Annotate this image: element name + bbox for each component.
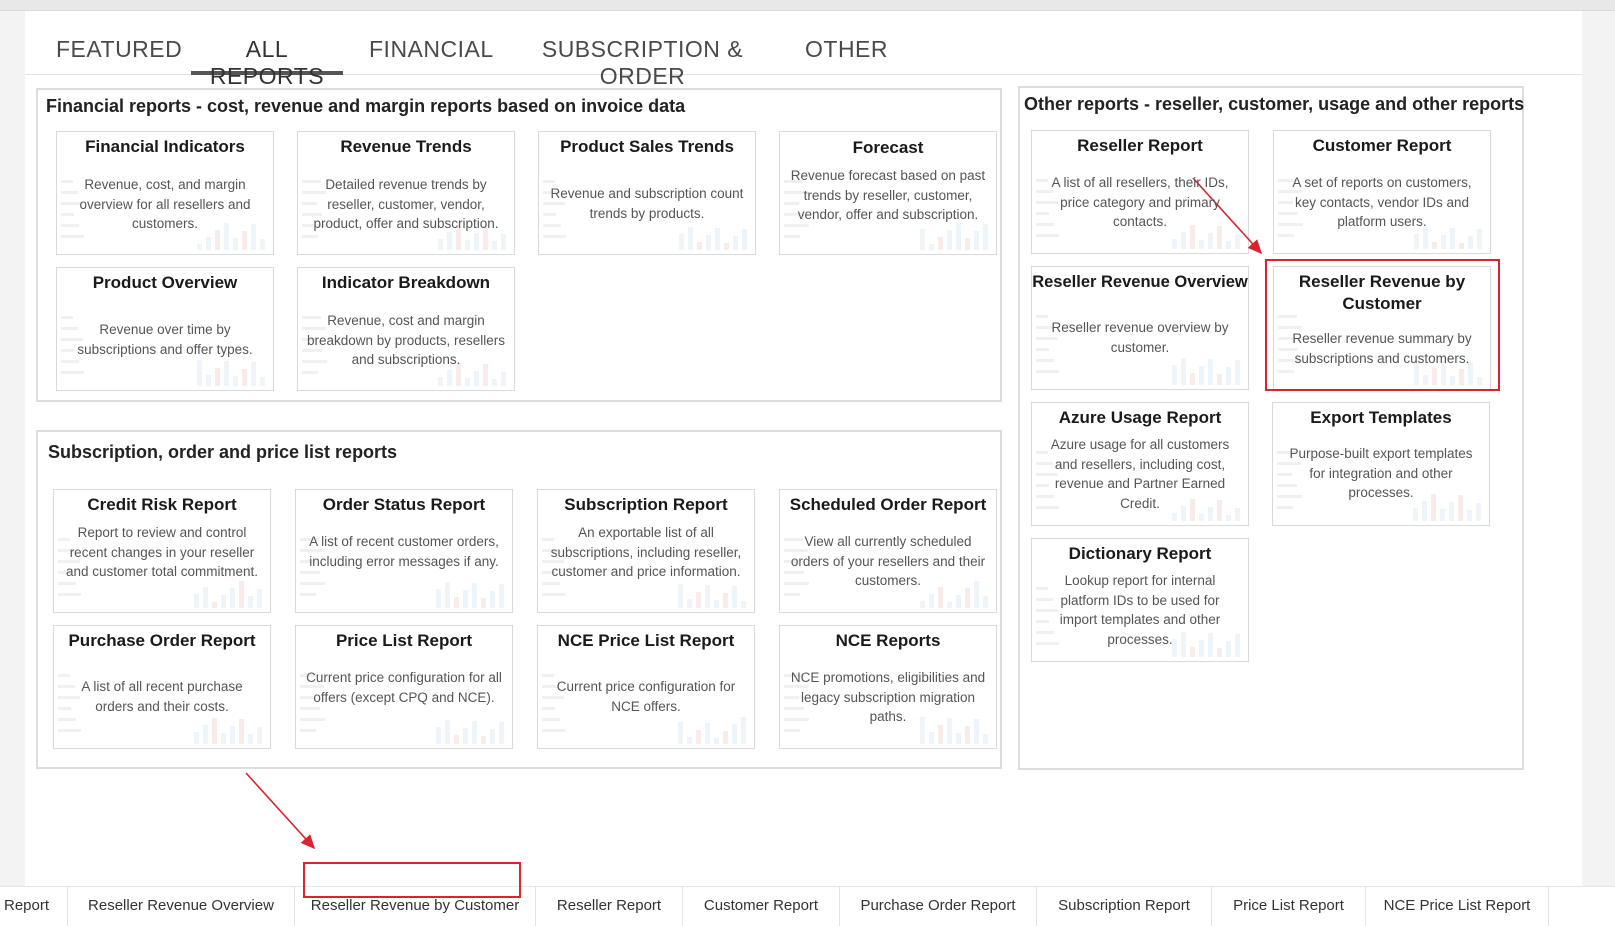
report-card-subscription[interactable]: Subscription Report An exportable list o… xyxy=(537,489,755,613)
card-title: NCE Reports xyxy=(835,631,941,650)
report-card-nce-reports[interactable]: NCE Reports NCE promotions, eligibilitie… xyxy=(779,625,997,749)
tab-other[interactable]: OTHER xyxy=(805,36,888,75)
tab-all-reports[interactable]: ALL REPORTS xyxy=(191,36,343,89)
card-title: Price List Report xyxy=(335,631,473,650)
card-description: Azure usage for all customers and resell… xyxy=(1050,437,1230,511)
card-description: Detailed revenue trends by reseller, cus… xyxy=(313,177,499,231)
card-description: NCE promotions, eligibilities and legacy… xyxy=(790,670,986,724)
bottom-tab-highlight-box xyxy=(303,862,521,898)
card-description: A list of all recent purchase orders and… xyxy=(81,679,243,714)
bottom-tab-price-list-report[interactable]: Price List Report xyxy=(1212,887,1366,926)
card-title: Export Templates xyxy=(1310,408,1452,427)
report-card-scheduled-order[interactable]: Scheduled Order Report View all currentl… xyxy=(779,489,997,613)
report-card-reseller[interactable]: Reseller Report A list of all resellers,… xyxy=(1031,130,1249,254)
card-title: Order Status Report xyxy=(322,495,486,514)
report-card-product-sales-trends[interactable]: Product Sales Trends Revenue and subscri… xyxy=(538,131,756,255)
subscription-panel-title: Subscription, order and price list repor… xyxy=(48,442,398,462)
card-description: Purpose-built export templates for integ… xyxy=(1289,446,1473,500)
card-title: Reseller Revenue by Customer xyxy=(1298,272,1466,313)
report-card-customer[interactable]: Customer Report A set of reports on cust… xyxy=(1273,130,1491,254)
bottom-tab-customer-report[interactable]: Customer Report xyxy=(683,887,840,926)
bottom-tab-nce-price-list-report[interactable]: NCE Price List Report xyxy=(1366,887,1549,926)
card-description: Revenue and subscription count trends by… xyxy=(550,186,744,221)
card-title: Purchase Order Report xyxy=(68,631,256,650)
window-top-bar xyxy=(0,0,1615,11)
report-card-indicator-breakdown[interactable]: Indicator Breakdown Revenue, cost and ma… xyxy=(297,267,515,391)
card-title: NCE Price List Report xyxy=(557,631,735,650)
card-title: Credit Risk Report xyxy=(87,495,237,514)
card-description: Revenue over time by subscriptions and o… xyxy=(77,322,253,357)
tab-featured[interactable]: FEATURED xyxy=(56,36,182,75)
card-description: Reseller revenue overview by customer. xyxy=(1051,320,1229,355)
right-gutter xyxy=(1582,11,1615,886)
card-title: Forecast xyxy=(852,138,924,157)
card-description: A list of recent customer orders, includ… xyxy=(309,534,499,569)
card-title: Subscription Report xyxy=(564,495,728,514)
tab-subscription-order[interactable]: SUBSCRIPTION & ORDER xyxy=(515,36,770,89)
report-card-revenue-trends[interactable]: Revenue Trends Detailed revenue trends b… xyxy=(297,131,515,255)
report-card-forecast[interactable]: Forecast Revenue forecast based on past … xyxy=(779,131,997,255)
card-title: Reseller Report xyxy=(1077,136,1203,155)
bottom-report-tab-bar: Report Reseller Revenue Overview Reselle… xyxy=(0,886,1615,926)
tab-financial[interactable]: FINANCIAL xyxy=(369,36,493,75)
report-card-order-status[interactable]: Order Status Report A list of recent cus… xyxy=(295,489,513,613)
report-card-product-overview[interactable]: Product Overview Revenue over time by su… xyxy=(56,267,274,391)
card-description: Lookup report for internal platform IDs … xyxy=(1059,573,1221,647)
report-card-financial-indicators[interactable]: Financial Indicators Revenue, cost, and … xyxy=(56,131,274,255)
card-description: Revenue, cost, and margin overview for a… xyxy=(79,177,251,231)
card-title: Product Overview xyxy=(92,273,238,292)
arrow-to-bottom-tab xyxy=(245,772,316,850)
other-panel-title: Other reports - reseller, customer, usag… xyxy=(1024,94,1525,114)
card-description: Current price configuration for NCE offe… xyxy=(556,679,736,714)
card-description: Current price configuration for all offe… xyxy=(306,670,502,705)
card-description: An exportable list of all subscriptions,… xyxy=(550,525,742,579)
card-description: A list of all resellers, their IDs, pric… xyxy=(1051,175,1229,229)
financial-panel-title: Financial reports - cost, revenue and ma… xyxy=(46,96,686,116)
card-title: Azure Usage Report xyxy=(1058,408,1222,427)
card-title: Dictionary Report xyxy=(1068,544,1212,563)
card-title: Indicator Breakdown xyxy=(321,273,491,292)
report-card-export-templates[interactable]: Export Templates Purpose-built export te… xyxy=(1272,402,1490,526)
card-description: Reseller revenue summary by subscription… xyxy=(1292,331,1472,366)
report-card-reseller-revenue-overview[interactable]: Reseller Revenue Overview Reseller reven… xyxy=(1031,266,1249,390)
card-description: Revenue, cost and margin breakdown by pr… xyxy=(306,313,506,367)
report-tabs: FEATURED ALL REPORTS FINANCIAL SUBSCRIPT… xyxy=(25,30,1582,89)
bottom-tab-purchase-order-report[interactable]: Purchase Order Report xyxy=(840,887,1037,926)
report-card-purchase-order[interactable]: Purchase Order Report A list of all rece… xyxy=(53,625,271,749)
card-description: Revenue forecast based on past trends by… xyxy=(790,168,986,222)
card-title: Reseller Revenue Overview xyxy=(1032,273,1248,291)
bottom-tab-reseller-revenue-overview[interactable]: Reseller Revenue Overview xyxy=(68,887,295,926)
report-card-azure-usage[interactable]: Azure Usage Report Azure usage for all c… xyxy=(1031,402,1249,526)
report-card-dictionary[interactable]: Dictionary Report Lookup report for inte… xyxy=(1031,538,1249,662)
bottom-tab-subscription-report[interactable]: Subscription Report xyxy=(1037,887,1212,926)
report-card-price-list[interactable]: Price List Report Current price configur… xyxy=(295,625,513,749)
card-description: View all currently scheduled orders of y… xyxy=(790,534,986,588)
card-title: Revenue Trends xyxy=(340,137,472,156)
card-description: A set of reports on customers, key conta… xyxy=(1292,175,1472,229)
report-card-nce-price-list[interactable]: NCE Price List Report Current price conf… xyxy=(537,625,755,749)
card-title: Scheduled Order Report xyxy=(789,495,987,514)
bottom-tab-report[interactable]: Report xyxy=(0,887,68,926)
bottom-tab-reseller-report[interactable]: Reseller Report xyxy=(536,887,683,926)
card-description: Report to review and control recent chan… xyxy=(65,525,259,579)
report-card-credit-risk[interactable]: Credit Risk Report Report to review and … xyxy=(53,489,271,613)
left-gutter xyxy=(0,11,25,886)
card-title: Financial Indicators xyxy=(85,137,245,156)
card-title: Customer Report xyxy=(1312,136,1452,155)
card-title: Product Sales Trends xyxy=(560,137,734,156)
